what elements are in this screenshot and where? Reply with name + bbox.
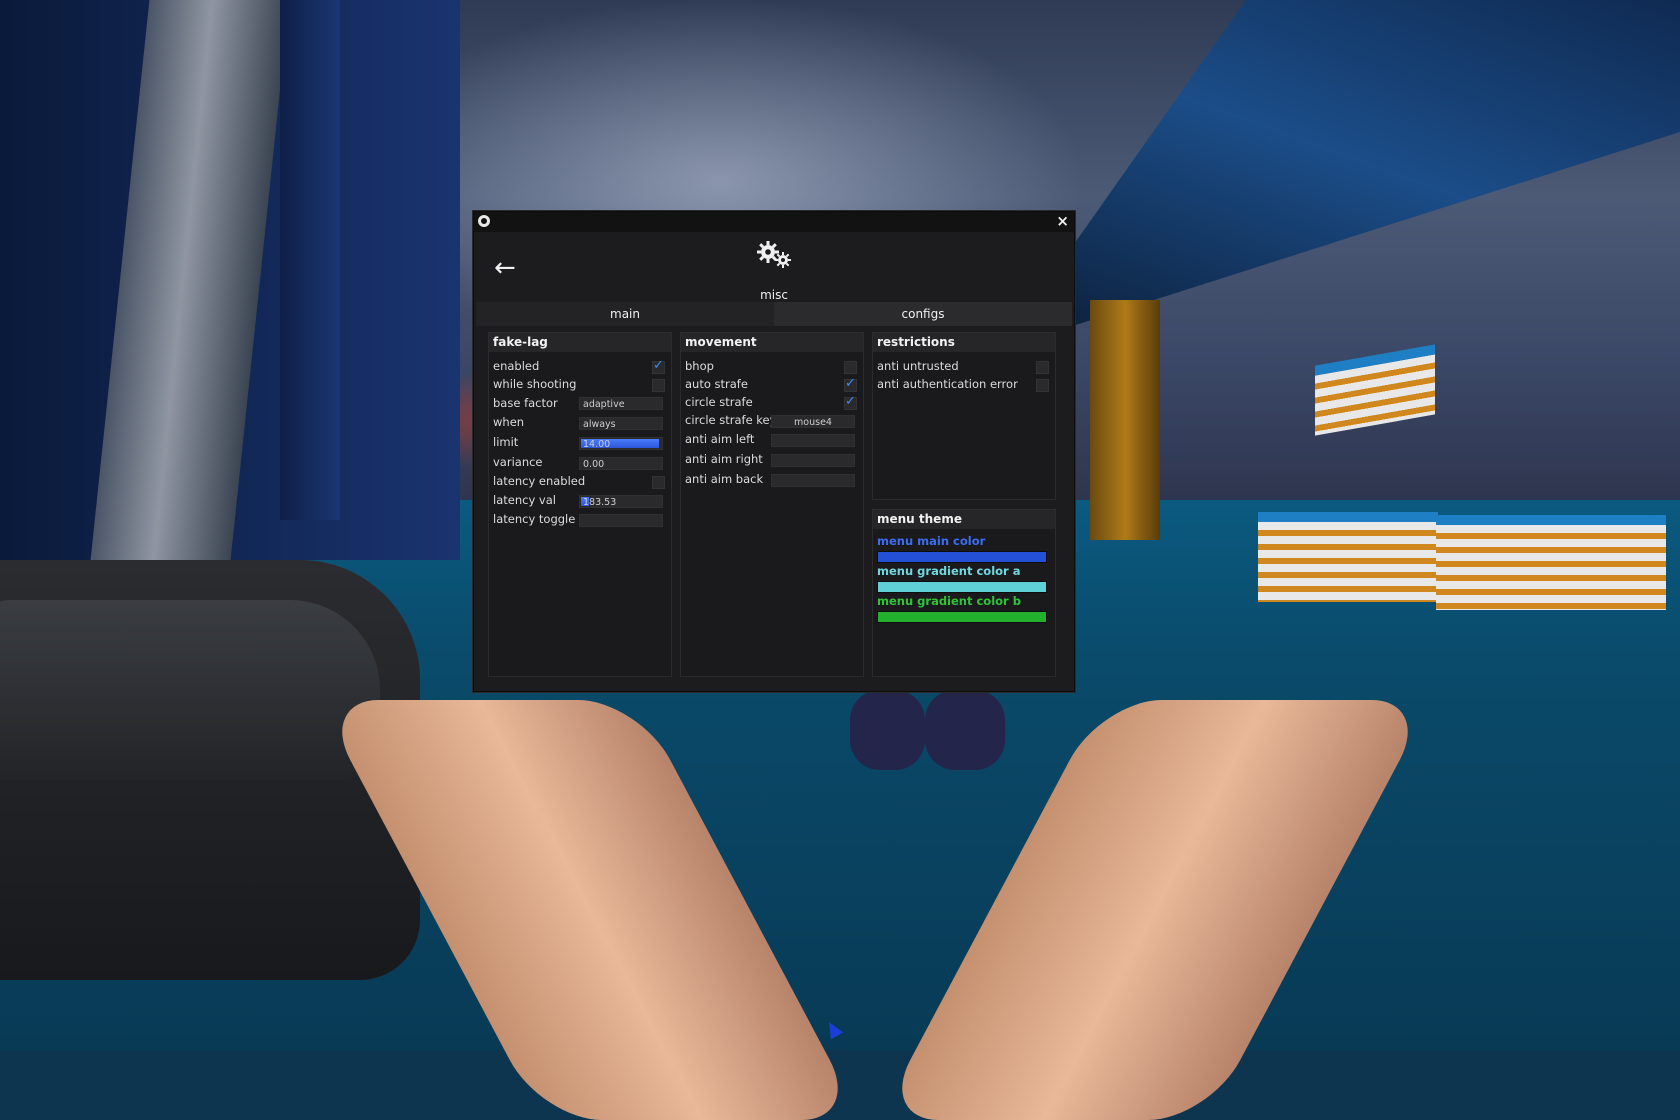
movement-panel: movement bhop auto strafe circle strafe … bbox=[680, 332, 864, 677]
menu-gradient-color-a-swatch[interactable] bbox=[877, 581, 1047, 593]
right-glove bbox=[925, 690, 1005, 770]
menu-gradient-color-b-label: menu gradient color b bbox=[877, 594, 1021, 608]
base-factor-dropdown[interactable]: adaptive bbox=[579, 397, 663, 410]
anti-authentication-error-label: anti authentication error bbox=[877, 377, 1018, 391]
anti-aim-left-label: anti aim left bbox=[685, 432, 755, 446]
section-title: misc bbox=[760, 288, 788, 302]
tab-bar: main configs bbox=[476, 302, 1072, 326]
bhop-checkbox[interactable] bbox=[844, 361, 857, 374]
variance-slider[interactable]: 0.00 bbox=[579, 457, 663, 470]
pillar-dark bbox=[280, 0, 340, 520]
menu-main-color-swatch[interactable] bbox=[877, 551, 1047, 563]
fake-lag-panel: fake-lag enabled while shooting base fac… bbox=[488, 332, 672, 677]
restrictions-title: restrictions bbox=[873, 333, 1055, 352]
anti-aim-back-label: anti aim back bbox=[685, 472, 764, 486]
restrictions-panel: restrictions anti untrusted anti authent… bbox=[872, 332, 1056, 500]
circle-strafe-label: circle strafe bbox=[685, 395, 753, 409]
limit-value: 14.00 bbox=[583, 439, 611, 450]
variance-value: 0.00 bbox=[583, 459, 605, 470]
anti-untrusted-label: anti untrusted bbox=[877, 359, 959, 373]
latency-enabled-label: latency enabled bbox=[493, 474, 586, 488]
gears-icon bbox=[757, 241, 791, 268]
tab-main[interactable]: main bbox=[476, 302, 774, 326]
latency-enabled-checkbox[interactable] bbox=[652, 476, 665, 489]
when-dropdown[interactable]: always bbox=[579, 417, 663, 430]
back-arrow-icon[interactable]: ← bbox=[494, 254, 524, 282]
crate-stack-2 bbox=[1436, 515, 1666, 610]
latency-val-slider[interactable]: 183.53 bbox=[579, 495, 663, 508]
latency-val-value: 183.53 bbox=[583, 497, 617, 508]
title-bar[interactable]: × bbox=[474, 212, 1074, 232]
when-label: when bbox=[493, 415, 525, 429]
menu-header: ← misc bbox=[474, 232, 1074, 319]
while-shooting-label: while shooting bbox=[493, 377, 577, 391]
wooden-post bbox=[1090, 300, 1160, 540]
latency-val-label: latency val bbox=[493, 493, 556, 507]
menu-gradient-color-a-label: menu gradient color a bbox=[877, 564, 1021, 578]
close-icon[interactable]: × bbox=[1056, 213, 1069, 230]
circle-strafe-checkbox[interactable] bbox=[844, 394, 857, 410]
crate-stack-1 bbox=[1258, 512, 1438, 602]
while-shooting-checkbox[interactable] bbox=[652, 379, 665, 392]
enabled-label: enabled bbox=[493, 359, 540, 373]
anti-aim-right-label: anti aim right bbox=[685, 452, 763, 466]
anti-aim-right-keybind[interactable] bbox=[771, 454, 855, 467]
menu-main-color-label: menu main color bbox=[877, 534, 986, 548]
left-glove bbox=[850, 690, 925, 770]
anti-aim-left-keybind[interactable] bbox=[771, 434, 855, 447]
menu-gradient-color-b-swatch[interactable] bbox=[877, 611, 1047, 623]
menu-theme-title: menu theme bbox=[873, 510, 1055, 529]
circle-strafe-key-keybind[interactable]: mouse4 bbox=[771, 415, 855, 428]
latency-toggle-keybind[interactable] bbox=[579, 514, 663, 527]
limit-label: limit bbox=[493, 435, 519, 449]
logo-icon bbox=[478, 215, 490, 227]
enabled-checkbox[interactable] bbox=[652, 358, 665, 374]
anti-untrusted-checkbox[interactable] bbox=[1036, 361, 1049, 374]
limit-slider[interactable]: 14.00 bbox=[579, 437, 663, 450]
menu-theme-panel: menu theme menu main color menu gradient… bbox=[872, 509, 1056, 677]
base-factor-label: base factor bbox=[493, 396, 558, 410]
latency-toggle-label: latency toggle bbox=[493, 512, 576, 526]
auto-strafe-label: auto strafe bbox=[685, 377, 748, 391]
tab-configs[interactable]: configs bbox=[774, 302, 1072, 326]
movement-title: movement bbox=[681, 333, 863, 352]
container-inner bbox=[0, 600, 380, 780]
anti-authentication-error-checkbox[interactable] bbox=[1036, 379, 1049, 392]
anti-aim-back-keybind[interactable] bbox=[771, 474, 855, 487]
misc-menu-window: × ← misc main configs fake-lag enabled ✓… bbox=[473, 211, 1075, 692]
bhop-label: bhop bbox=[685, 359, 714, 373]
variance-label: variance bbox=[493, 455, 543, 469]
circle-strafe-key-label: circle strafe key bbox=[685, 413, 777, 427]
auto-strafe-checkbox[interactable] bbox=[844, 376, 857, 392]
fake-lag-title: fake-lag bbox=[489, 333, 671, 352]
